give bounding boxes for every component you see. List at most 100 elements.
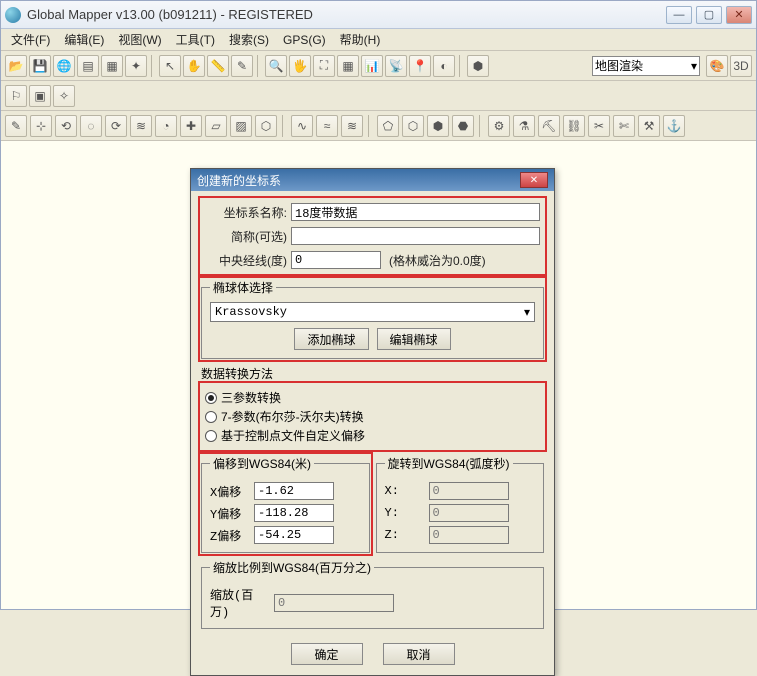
rx-input: 0 xyxy=(429,482,509,500)
ok-button[interactable]: 确定 xyxy=(291,643,363,665)
t-icon[interactable]: ⬡ xyxy=(255,115,277,137)
ellipsoid-select[interactable]: Krassovsky ▾ xyxy=(210,302,535,322)
t-icon[interactable]: ✂ xyxy=(588,115,610,137)
edit-ellipsoid-button[interactable]: 编辑椭球 xyxy=(377,328,451,350)
t-icon[interactable]: ✄ xyxy=(613,115,635,137)
edit-icon[interactable]: ✎ xyxy=(231,55,253,77)
separator xyxy=(282,115,286,137)
save-icon[interactable]: 💾 xyxy=(29,55,51,77)
color-icon[interactable]: 🎨 xyxy=(706,55,728,77)
hand-icon[interactable]: ✋ xyxy=(183,55,205,77)
t-icon[interactable]: ≋ xyxy=(130,115,152,137)
z-offset-input[interactable]: -54.25 xyxy=(254,526,334,544)
misc-icon[interactable]: ⬢ xyxy=(467,55,489,77)
name-label: 坐标系名称: xyxy=(205,204,287,221)
t-icon[interactable]: ⟲ xyxy=(55,115,77,137)
close-button[interactable]: ✕ xyxy=(726,6,752,24)
t-icon[interactable]: ▱ xyxy=(205,115,227,137)
menu-edit[interactable]: 编辑(E) xyxy=(58,29,110,50)
menubar: 文件(F) 编辑(E) 视图(W) 工具(T) 搜索(S) GPS(G) 帮助(… xyxy=(1,29,756,51)
t-icon[interactable]: ▨ xyxy=(230,115,252,137)
scale-group: 缩放比例到WGS84(百万分之) 缩放(百万)0 xyxy=(201,559,544,629)
maximize-button[interactable]: ▢ xyxy=(696,6,722,24)
tool-icon[interactable]: ✦ xyxy=(125,55,147,77)
offset-legend: 偏移到WGS84(米) xyxy=(210,455,314,472)
open-icon[interactable]: 📂 xyxy=(5,55,27,77)
menu-help[interactable]: 帮助(H) xyxy=(334,29,387,50)
ellipsoid-group: 椭球体选择 Krassovsky ▾ 添加椭球 编辑椭球 xyxy=(201,279,544,359)
t-icon[interactable]: ⚒ xyxy=(638,115,660,137)
separator xyxy=(479,115,483,137)
menu-view[interactable]: 视图(W) xyxy=(112,29,167,50)
grid-icon[interactable]: ▦ xyxy=(337,55,359,77)
config-icon[interactable]: ▦ xyxy=(101,55,123,77)
y-offset-label: Y偏移 xyxy=(210,505,250,522)
draw-icon[interactable]: ✎ xyxy=(5,115,27,137)
t-icon[interactable]: ⚙ xyxy=(488,115,510,137)
gps-icon[interactable]: 📍 xyxy=(409,55,431,77)
minimize-button[interactable]: — xyxy=(666,6,692,24)
add-ellipsoid-button[interactable]: 添加椭球 xyxy=(294,328,368,350)
extent-icon[interactable]: ⛶ xyxy=(313,55,335,77)
menu-tools[interactable]: 工具(T) xyxy=(170,29,221,50)
dialog-titlebar[interactable]: 创建新的坐标系 ✕ xyxy=(191,169,554,191)
chevron-down-icon: ▾ xyxy=(524,305,530,320)
pan-icon[interactable]: 🖐 xyxy=(289,55,311,77)
rotation-legend: 旋转到WGS84(弧度秒) xyxy=(385,455,513,472)
t-icon[interactable]: ⟳ xyxy=(105,115,127,137)
arrow-icon[interactable]: ↖ xyxy=(159,55,181,77)
t-icon[interactable]: ⬠ xyxy=(377,115,399,137)
t-icon[interactable]: ⛓ xyxy=(563,115,585,137)
titlebar[interactable]: Global Mapper v13.00 (b091211) - REGISTE… xyxy=(1,1,756,29)
menu-file[interactable]: 文件(F) xyxy=(5,29,56,50)
ellipsoid-value: Krassovsky xyxy=(215,305,287,319)
radio-7param[interactable]: 7-参数(布尔莎-沃尔夫)转换 xyxy=(205,407,540,426)
cm-hint: (格林威治为0.0度) xyxy=(389,252,486,269)
t-icon[interactable]: ◌ xyxy=(80,115,102,137)
t-icon[interactable]: ✚ xyxy=(180,115,202,137)
radio-3param[interactable]: 三参数转换 xyxy=(205,388,540,407)
x-offset-input[interactable]: -1.62 xyxy=(254,482,334,500)
t-icon[interactable]: ⬡ xyxy=(402,115,424,137)
maprender-select[interactable]: 地图渲染 ▾ xyxy=(592,56,700,76)
antenna-icon[interactable]: 📡 xyxy=(385,55,407,77)
3d-icon[interactable]: 3D xyxy=(730,55,752,77)
scale-legend: 缩放比例到WGS84(百万分之) xyxy=(210,559,374,576)
rx-label: X: xyxy=(385,484,425,498)
t-icon[interactable]: ⚓ xyxy=(663,115,685,137)
ry-input: 0 xyxy=(429,504,509,522)
t-icon[interactable]: ⚗ xyxy=(513,115,535,137)
t-icon[interactable]: ⬣ xyxy=(452,115,474,137)
zoom-icon[interactable]: 🔍 xyxy=(265,55,287,77)
t-icon[interactable]: ⛏ xyxy=(538,115,560,137)
other-icon[interactable]: ◐ xyxy=(433,55,455,77)
cancel-button[interactable]: 取消 xyxy=(383,643,455,665)
menu-gps[interactable]: GPS(G) xyxy=(277,31,332,49)
chevron-down-icon: ▾ xyxy=(691,59,697,73)
t-icon[interactable]: ≋ xyxy=(341,115,363,137)
flag-icon[interactable]: ⚐ xyxy=(5,85,27,107)
separator xyxy=(368,115,372,137)
window-title: Global Mapper v13.00 (b091211) - REGISTE… xyxy=(27,7,666,22)
globe-icon[interactable]: 🌐 xyxy=(53,55,75,77)
dialog-close-button[interactable]: ✕ xyxy=(520,172,548,188)
t-icon[interactable]: ◔ xyxy=(155,115,177,137)
t-icon[interactable]: ⬢ xyxy=(427,115,449,137)
menu-search[interactable]: 搜索(S) xyxy=(223,29,275,50)
radio-custom[interactable]: 基于控制点文件自定义偏移 xyxy=(205,426,540,445)
t-icon[interactable]: ≈ xyxy=(316,115,338,137)
abbr-input[interactable] xyxy=(291,227,540,245)
layers-icon[interactable]: ▤ xyxy=(77,55,99,77)
name-input[interactable]: 18度带数据 xyxy=(291,203,540,221)
star-icon[interactable]: ✧ xyxy=(53,85,75,107)
cm-input[interactable]: 0 xyxy=(291,251,381,269)
y-offset-input[interactable]: -118.28 xyxy=(254,504,334,522)
chart-icon[interactable]: 📊 xyxy=(361,55,383,77)
z-offset-label: Z偏移 xyxy=(210,527,250,544)
measure-icon[interactable]: 📏 xyxy=(207,55,229,77)
t-icon[interactable]: ⊹ xyxy=(30,115,52,137)
rz-label: Z: xyxy=(385,528,425,542)
toolbar-2: ⚐ ▣ ✧ xyxy=(1,81,756,111)
t-icon[interactable]: ∿ xyxy=(291,115,313,137)
window-icon[interactable]: ▣ xyxy=(29,85,51,107)
